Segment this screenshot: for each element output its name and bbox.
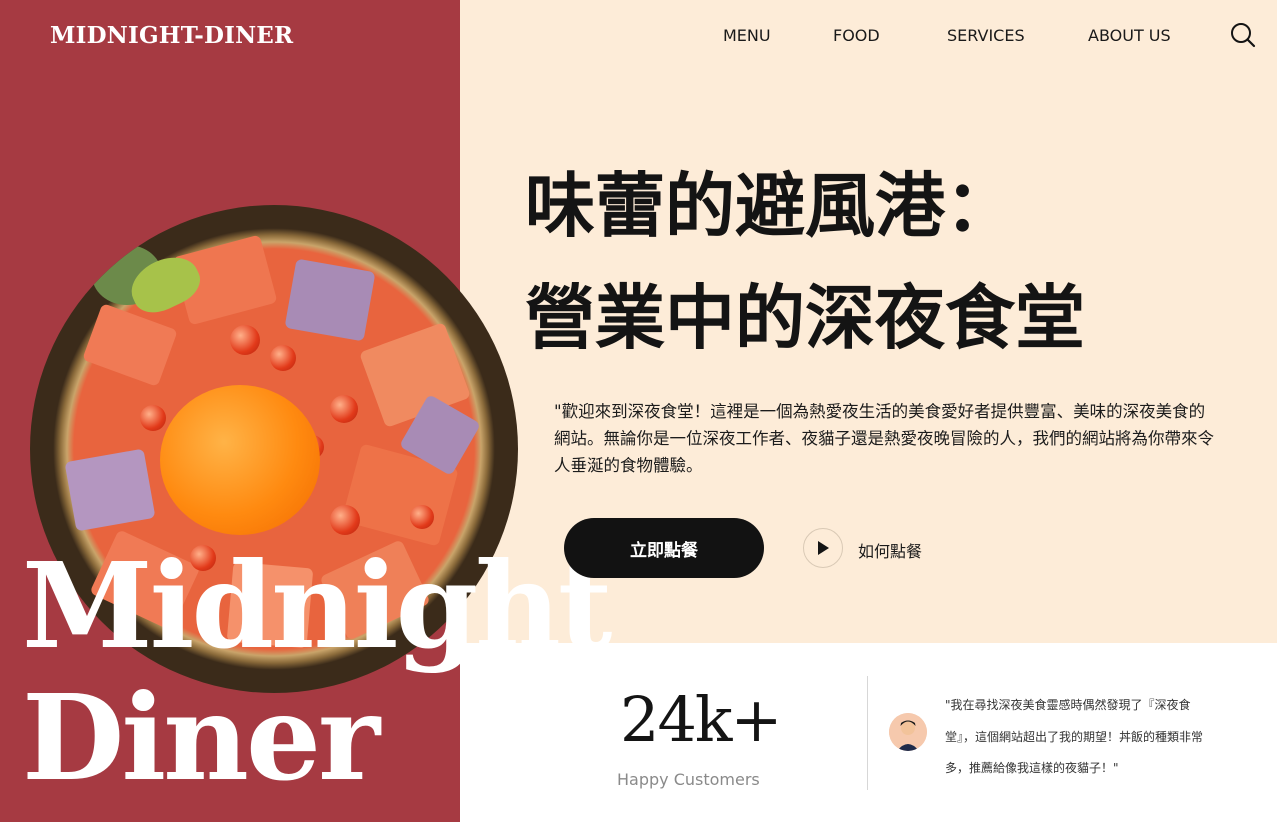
- nav-item-about-us[interactable]: ABOUT US: [1088, 26, 1171, 45]
- egg-yolk: [160, 385, 320, 535]
- nav-item-food[interactable]: FOOD: [833, 26, 880, 45]
- play-icon[interactable]: [803, 528, 843, 568]
- how-to-order-link[interactable]: 如何點餐: [858, 538, 922, 562]
- avatar-icon: [889, 713, 927, 751]
- hero-headline: 味蕾的避風港： 營業中的深夜食堂: [525, 164, 1085, 359]
- order-now-button[interactable]: 立即點餐: [564, 518, 764, 578]
- customers-label: Happy Customers: [617, 770, 760, 789]
- nav-item-menu[interactable]: MENU: [723, 26, 771, 45]
- hero-intro-text: "歡迎來到深夜食堂！這裡是一個為熱愛夜生活的美食愛好者提供豐富、美味的深夜美食的…: [554, 402, 1214, 475]
- divider: [867, 676, 868, 790]
- site-logo[interactable]: MIDNIGHT-DINER: [50, 22, 293, 49]
- customers-count: 24k+: [620, 683, 782, 756]
- testimonial-quote: "我在尋找深夜美食靈感時偶然發現了『深夜食堂』，這個網站超出了我的期望！丼飯的種…: [945, 698, 1204, 775]
- nav-item-services[interactable]: SERVICES: [947, 26, 1025, 45]
- search-icon[interactable]: [1230, 22, 1256, 48]
